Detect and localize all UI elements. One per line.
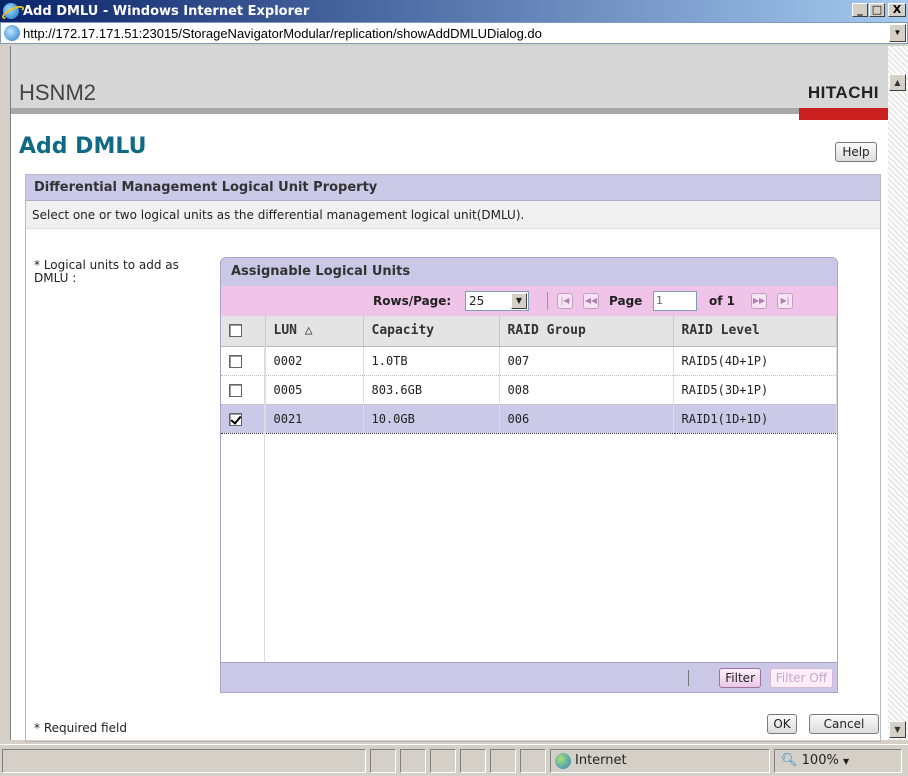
grid-footer: Filter Filter Off [221, 662, 837, 692]
security-zone: Internet [550, 749, 770, 773]
required-note: * Required field [34, 721, 127, 735]
first-page-icon[interactable]: |◀ [557, 293, 573, 309]
cell-lun: 0002 [265, 346, 364, 376]
divider [547, 292, 548, 310]
grid-title: Assignable Logical Units [221, 258, 837, 286]
browser-window: Add DMLU - Windows Internet Explorer _ □… [0, 0, 908, 776]
address-dropdown-icon[interactable]: ▼ [889, 24, 906, 42]
logical-units-grid: Assignable Logical Units Rows/Page: 25 ▼ … [220, 257, 838, 693]
cell-raid-group: 006 [499, 404, 674, 434]
row-select-cell[interactable] [221, 404, 266, 434]
row-select-cell[interactable] [221, 346, 266, 376]
panel-description: Select one or two logical units as the d… [26, 201, 880, 229]
field-label: * Logical units to add as DMLU : [34, 258, 179, 285]
col-lun[interactable]: LUN △ [265, 316, 364, 347]
scroll-up-icon[interactable]: ▲ [889, 74, 906, 91]
scroll-down-icon[interactable]: ▼ [889, 721, 906, 738]
select-all-checkbox[interactable] [229, 324, 242, 338]
row-checkbox[interactable] [229, 383, 242, 397]
page-icon [4, 25, 20, 41]
cell-raid-level: RAID5(3D+1P) [673, 375, 837, 405]
filter-off-button[interactable]: Filter Off [769, 668, 833, 688]
app-header: HSNM2 HITACHI [11, 46, 889, 120]
lun-table: LUN △ Capacity RAID Group RAID Level 000… [221, 316, 837, 434]
cell-lun: 0021 [265, 404, 364, 434]
chevron-down-icon[interactable]: ▼ [843, 757, 849, 766]
cell-raid-group: 008 [499, 375, 674, 405]
page-label: Page [609, 294, 643, 308]
cell-raid-group: 007 [499, 346, 674, 376]
app-name: HSNM2 [19, 80, 97, 105]
rows-per-page-value: 25 [469, 294, 485, 308]
pager-bar: Rows/Page: 25 ▼ |◀ ◀◀ Page 1 of 1 ▶▶ ▶| [221, 286, 837, 316]
window-title: Add DMLU - Windows Internet Explorer [23, 3, 310, 19]
status-pane [520, 749, 546, 773]
column-divider [264, 346, 265, 662]
row-checkbox[interactable] [229, 412, 242, 426]
table-row[interactable]: 0021 10.0GB 006 RAID1(1D+1D) [221, 404, 837, 434]
cell-capacity: 10.0GB [363, 404, 500, 434]
maximize-button[interactable]: □ [869, 3, 885, 17]
status-pane [400, 749, 426, 773]
col-raid-group[interactable]: RAID Group [499, 316, 674, 347]
zoom-icon: 🔍︎ [781, 753, 798, 768]
brand-bar [799, 108, 889, 120]
table-header-row: LUN △ Capacity RAID Group RAID Level [221, 316, 837, 347]
last-page-icon[interactable]: ▶| [777, 293, 793, 309]
panel-heading: Differential Management Logical Unit Pro… [26, 175, 880, 201]
status-pane [370, 749, 396, 773]
page-content: HSNM2 HITACHI Add DMLU Help Differential… [10, 46, 889, 742]
zone-label: Internet [575, 753, 627, 768]
row-checkbox[interactable] [229, 354, 242, 368]
cell-capacity: 1.0TB [363, 346, 500, 376]
prev-page-icon[interactable]: ◀◀ [583, 293, 599, 309]
status-pane [460, 749, 486, 773]
chevron-down-icon[interactable]: ▼ [511, 293, 527, 309]
cell-lun: 0005 [265, 375, 364, 405]
minimize-button[interactable]: _ [852, 3, 868, 17]
row-select-cell[interactable] [221, 375, 266, 405]
internet-globe-icon [555, 752, 571, 769]
rows-per-page-label: Rows/Page: [373, 294, 452, 308]
cancel-button[interactable]: Cancel [809, 714, 879, 734]
status-pane [430, 749, 456, 773]
help-button[interactable]: Help [835, 142, 877, 162]
col-capacity[interactable]: Capacity [363, 316, 500, 347]
ie-logo-icon [3, 3, 19, 19]
vertical-scrollbar[interactable]: ▲ ▼ [888, 46, 908, 740]
col-raid-level[interactable]: RAID Level [673, 316, 837, 347]
ok-button[interactable]: OK [767, 714, 797, 734]
divider [688, 670, 689, 686]
status-pane [490, 749, 516, 773]
status-text [2, 749, 366, 773]
brand-logo: HITACHI [807, 83, 879, 102]
page-input[interactable]: 1 [653, 291, 697, 311]
cell-raid-level: RAID1(1D+1D) [673, 404, 837, 434]
page-title: Add DMLU [19, 134, 147, 159]
rows-per-page-select[interactable]: 25 ▼ [465, 291, 529, 311]
close-button[interactable]: X [888, 3, 906, 17]
property-panel: Differential Management Logical Unit Pro… [25, 174, 881, 742]
cell-raid-level: RAID5(4D+1P) [673, 346, 837, 376]
zoom-level[interactable]: 100% [802, 753, 839, 768]
address-url[interactable]: http://172.17.171.51:23015/StorageNaviga… [23, 26, 542, 41]
zoom-control[interactable]: 🔍︎ 100% ▼ [774, 749, 902, 773]
table-row[interactable]: 0005 803.6GB 008 RAID5(3D+1P) [221, 375, 837, 405]
address-bar[interactable]: http://172.17.171.51:23015/StorageNaviga… [0, 22, 908, 44]
table-row[interactable]: 0002 1.0TB 007 RAID5(4D+1P) [221, 346, 837, 376]
cell-capacity: 803.6GB [363, 375, 500, 405]
status-bar: Internet 🔍︎ 100% ▼ [0, 744, 908, 776]
next-page-icon[interactable]: ▶▶ [751, 293, 767, 309]
select-all-header[interactable] [221, 316, 266, 347]
title-bar: Add DMLU - Windows Internet Explorer _ □… [0, 0, 908, 22]
page-count: of 1 [709, 294, 735, 308]
filter-button[interactable]: Filter [719, 668, 761, 688]
